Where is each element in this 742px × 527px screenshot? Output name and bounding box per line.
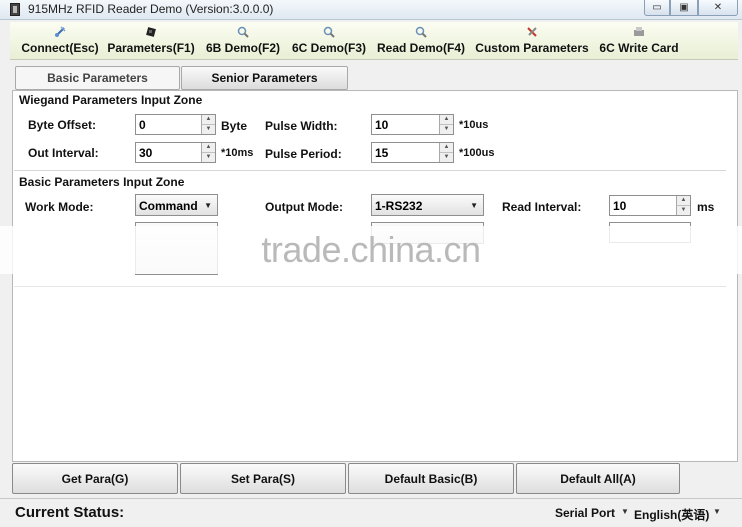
custom-parameters-label: Custom Parameters [475,41,589,55]
close-button[interactable]: ✕ [698,0,738,16]
6b-demo-button[interactable]: 6B Demo(F2) [203,24,283,58]
tab-basic-parameters[interactable]: Basic Parameters [15,66,180,90]
connect-label: Connect(Esc) [21,41,99,55]
tab-senior-parameters[interactable]: Senior Parameters [181,66,348,90]
chevron-down-icon: ▼ [621,507,629,516]
out-interval-spinner[interactable]: 30 ▲ ▼ [135,142,216,163]
spinner-arrows[interactable]: ▲ ▼ [439,143,453,162]
watermark-text: trade.china.cn [261,229,481,270]
minimize-icon: ▭ [652,2,662,13]
section-divider [14,286,726,287]
read-interval-unit: ms [697,200,715,214]
spin-up-icon[interactable]: ▲ [440,115,453,125]
chip-icon [144,25,158,39]
out-interval-unit: *10ms [221,147,254,159]
app-icon [10,3,20,16]
pulse-period-unit: *100us [459,147,495,159]
app-window: 915MHz RFID Reader Demo (Version:3.0.0.0… [0,0,742,527]
spin-down-icon[interactable]: ▼ [677,206,690,215]
6c-write-card-label: 6C Write Card [599,41,679,55]
title-bar: 915MHz RFID Reader Demo (Version:3.0.0.0… [0,0,742,20]
chevron-down-icon: ▼ [204,201,212,210]
pulse-period-spinner[interactable]: 15 ▲ ▼ [371,142,454,163]
tools-icon [525,25,539,39]
spinner-arrows[interactable]: ▲ ▼ [676,196,690,215]
status-bar: Current Status: Serial Port ▼ English(英语… [0,498,742,527]
byte-offset-label: Byte Offset: [28,118,97,132]
watermark-overlay: trade.china.cn [0,226,742,274]
read-interval-label: Read Interval: [502,200,582,214]
basic-section-title: Basic Parameters Input Zone [19,175,185,189]
maximize-icon: ▣ [679,2,689,13]
byte-offset-spinner[interactable]: 0 ▲ ▼ [135,114,216,135]
out-interval-label: Out Interval: [28,146,99,160]
magnifier-icon [414,25,428,39]
byte-offset-value: 0 [139,118,146,132]
connect-button[interactable]: Connect(Esc) [21,24,99,58]
pulse-width-unit: *10us [459,119,489,131]
satellite-icon [53,25,67,39]
chevron-down-icon: ▼ [470,201,478,210]
spinner-arrows[interactable]: ▲ ▼ [439,115,453,134]
wiegand-section-title: Wiegand Parameters Input Zone [19,93,203,107]
spin-down-icon[interactable]: ▼ [202,153,215,162]
output-mode-value: 1-RS232 [375,199,423,213]
default-all-button[interactable]: Default All(A) [516,463,680,494]
spin-up-icon[interactable]: ▲ [202,115,215,125]
parameters-label: Parameters(F1) [107,41,195,55]
6c-demo-label: 6C Demo(F3) [291,41,366,55]
custom-parameters-button[interactable]: Custom Parameters [474,24,590,58]
spinner-arrows[interactable]: ▲ ▼ [201,115,215,134]
spinner-arrows[interactable]: ▲ ▼ [201,143,215,162]
chevron-down-icon: ▼ [713,507,721,516]
spin-up-icon[interactable]: ▲ [677,196,690,206]
pulse-width-value: 10 [375,118,389,132]
byte-offset-unit: Byte [221,119,248,133]
read-interval-value: 10 [613,199,627,213]
default-basic-button[interactable]: Default Basic(B) [348,463,514,494]
language-selector[interactable]: English(英语) [634,506,709,523]
6b-demo-label: 6B Demo(F2) [205,41,280,55]
6c-demo-button[interactable]: 6C Demo(F3) [289,24,369,58]
get-para-button[interactable]: Get Para(G) [12,463,178,494]
work-mode-label: Work Mode: [25,200,94,214]
window-title: 915MHz RFID Reader Demo (Version:3.0.0.0… [28,2,274,16]
spin-down-icon[interactable]: ▼ [440,153,453,162]
toolbar: Connect(Esc) Parameters(F1) 6B Demo(F2) … [10,22,738,60]
read-interval-spinner[interactable]: 10 ▲ ▼ [609,195,691,216]
close-icon: ✕ [713,2,723,13]
pulse-width-spinner[interactable]: 10 ▲ ▼ [371,114,454,135]
work-mode-value: Command [139,199,198,213]
minimize-button[interactable]: ▭ [644,0,670,16]
set-para-button[interactable]: Set Para(S) [180,463,346,494]
read-demo-button[interactable]: Read Demo(F4) [375,24,467,58]
maximize-button[interactable]: ▣ [670,0,698,16]
serial-port-selector[interactable]: Serial Port [555,506,615,520]
pulse-width-label: Pulse Width: [265,119,338,133]
output-mode-dropdown[interactable]: 1-RS232 ▼ [371,194,484,216]
output-mode-label: Output Mode: [265,200,343,214]
section-divider [14,170,726,171]
out-interval-value: 30 [139,146,153,160]
card-writer-icon [632,25,646,39]
current-status-label: Current Status: [15,504,125,521]
6c-write-card-button[interactable]: 6C Write Card [597,24,681,58]
parameters-button[interactable]: Parameters(F1) [106,24,196,58]
pulse-period-value: 15 [375,146,389,160]
pulse-period-label: Pulse Period: [265,147,342,161]
spin-down-icon[interactable]: ▼ [440,125,453,134]
spin-up-icon[interactable]: ▲ [202,143,215,153]
spin-up-icon[interactable]: ▲ [440,143,453,153]
magnifier-icon [322,25,336,39]
read-demo-label: Read Demo(F4) [376,41,465,55]
spin-down-icon[interactable]: ▼ [202,125,215,134]
magnifier-icon [236,25,250,39]
work-mode-dropdown[interactable]: Command ▼ [135,194,218,216]
